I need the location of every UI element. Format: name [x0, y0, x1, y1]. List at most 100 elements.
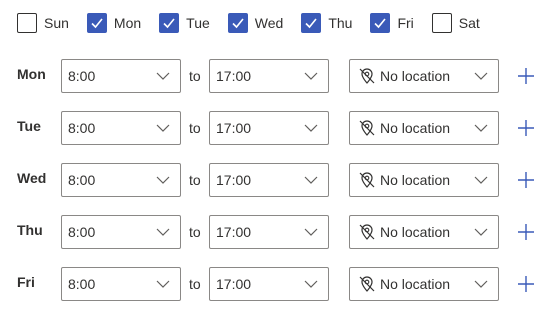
chevron-down-icon [474, 124, 488, 132]
checkbox-mon[interactable] [86, 13, 107, 33]
end-time-value: 17:00 [216, 120, 252, 136]
day-checkbox-label: Wed [254, 15, 284, 31]
plus-icon [518, 224, 534, 240]
chevron-down-icon [156, 176, 170, 184]
add-time-slot-button[interactable] [515, 65, 537, 87]
end-time-dropdown[interactable]: 17:00 [209, 215, 329, 249]
workdays-checkbox-group: Sun Mon Tue Wed Thu Fri Sat [17, 11, 498, 35]
day-checkbox-tue[interactable]: Tue [159, 13, 210, 33]
checkbox-sun[interactable] [17, 13, 37, 33]
checkmark-icon [91, 18, 103, 29]
checkbox-wed[interactable] [227, 13, 248, 33]
checkbox-tue[interactable] [159, 13, 180, 33]
end-time-value: 17:00 [216, 276, 252, 292]
location-off-icon [358, 67, 376, 85]
day-checkbox-wed[interactable]: Wed [227, 13, 284, 33]
location-dropdown[interactable]: No location [349, 267, 499, 301]
end-time-dropdown[interactable]: 17:00 [209, 267, 329, 301]
location-off-icon [358, 223, 376, 241]
schedule-row-wed: Wed 8:00 to 17:00 No location [0, 163, 555, 197]
chevron-down-icon [304, 124, 318, 132]
row-day-label: Mon [17, 66, 46, 82]
end-time-dropdown[interactable]: 17:00 [209, 59, 329, 93]
day-checkbox-label: Tue [186, 15, 210, 31]
to-label: to [189, 120, 201, 136]
checkbox-sat[interactable] [431, 13, 452, 33]
start-time-value: 8:00 [68, 224, 96, 240]
day-checkbox-sun[interactable]: Sun [17, 13, 69, 33]
schedule-row-thu: Thu 8:00 to 17:00 No location [0, 215, 555, 249]
checkmark-icon [374, 18, 387, 29]
to-label: to [189, 68, 201, 84]
row-day-label: Wed [17, 170, 47, 186]
row-day-label: Fri [17, 274, 35, 290]
checkbox-fri[interactable] [370, 13, 391, 33]
start-time-value: 8:00 [68, 120, 96, 136]
day-checkbox-sat[interactable]: Sat [431, 13, 480, 33]
day-checkbox-label: Thu [328, 15, 353, 31]
chevron-down-icon [474, 72, 488, 80]
start-time-value: 8:00 [68, 68, 96, 84]
location-off-icon [358, 171, 376, 189]
chevron-down-icon [156, 124, 170, 132]
location-off-icon [358, 119, 376, 137]
row-day-label: Thu [17, 222, 43, 238]
start-time-value: 8:00 [68, 172, 96, 188]
location-dropdown[interactable]: No location [349, 59, 499, 93]
location-value: No location [380, 276, 451, 292]
plus-icon [518, 276, 534, 292]
chevron-down-icon [156, 228, 170, 236]
location-value: No location [380, 172, 451, 188]
end-time-dropdown[interactable]: 17:00 [209, 163, 329, 197]
location-value: No location [380, 68, 451, 84]
plus-icon [518, 68, 534, 84]
start-time-dropdown[interactable]: 8:00 [61, 163, 181, 197]
day-checkbox-label: Sat [458, 15, 480, 31]
to-label: to [189, 276, 201, 292]
location-dropdown[interactable]: No location [349, 215, 499, 249]
checkmark-icon [232, 18, 244, 29]
chevron-down-icon [304, 176, 318, 184]
add-time-slot-button[interactable] [515, 117, 537, 139]
start-time-dropdown[interactable]: 8:00 [61, 267, 181, 301]
location-value: No location [380, 120, 451, 136]
chevron-down-icon [474, 228, 488, 236]
chevron-down-icon [304, 72, 318, 80]
chevron-down-icon [474, 176, 488, 184]
schedule-row-tue: Tue 8:00 to 17:00 No location [0, 111, 555, 145]
plus-icon [518, 120, 534, 136]
start-time-dropdown[interactable]: 8:00 [61, 59, 181, 93]
add-time-slot-button[interactable] [515, 273, 537, 295]
chevron-down-icon [474, 280, 488, 288]
end-time-value: 17:00 [216, 68, 252, 84]
location-dropdown[interactable]: No location [349, 163, 499, 197]
schedule-row-fri: Fri 8:00 to 17:00 No location [0, 267, 555, 301]
day-checkbox-thu[interactable]: Thu [301, 13, 352, 33]
chevron-down-icon [304, 280, 318, 288]
to-label: to [189, 224, 201, 240]
to-label: to [189, 172, 201, 188]
end-time-value: 17:00 [216, 172, 252, 188]
end-time-value: 17:00 [216, 224, 252, 240]
checkbox-thu[interactable] [301, 13, 322, 33]
chevron-down-icon [304, 228, 318, 236]
add-time-slot-button[interactable] [515, 169, 537, 191]
chevron-down-icon [156, 72, 170, 80]
location-value: No location [380, 224, 451, 240]
start-time-dropdown[interactable]: 8:00 [61, 111, 181, 145]
location-dropdown[interactable]: No location [349, 111, 499, 145]
start-time-dropdown[interactable]: 8:00 [61, 215, 181, 249]
day-checkbox-label: Mon [113, 15, 142, 31]
day-checkbox-label: Fri [397, 15, 414, 31]
checkmark-icon [163, 18, 175, 29]
add-time-slot-button[interactable] [515, 221, 537, 243]
end-time-dropdown[interactable]: 17:00 [209, 111, 329, 145]
checkmark-icon [305, 18, 317, 29]
day-checkbox-fri[interactable]: Fri [370, 13, 414, 33]
day-checkbox-mon[interactable]: Mon [86, 13, 142, 33]
row-day-label: Tue [17, 118, 41, 134]
day-checkbox-label: Sun [44, 15, 69, 31]
start-time-value: 8:00 [68, 276, 96, 292]
location-off-icon [358, 275, 376, 293]
schedule-row-mon: Mon 8:00 to 17:00 No location [0, 59, 555, 93]
